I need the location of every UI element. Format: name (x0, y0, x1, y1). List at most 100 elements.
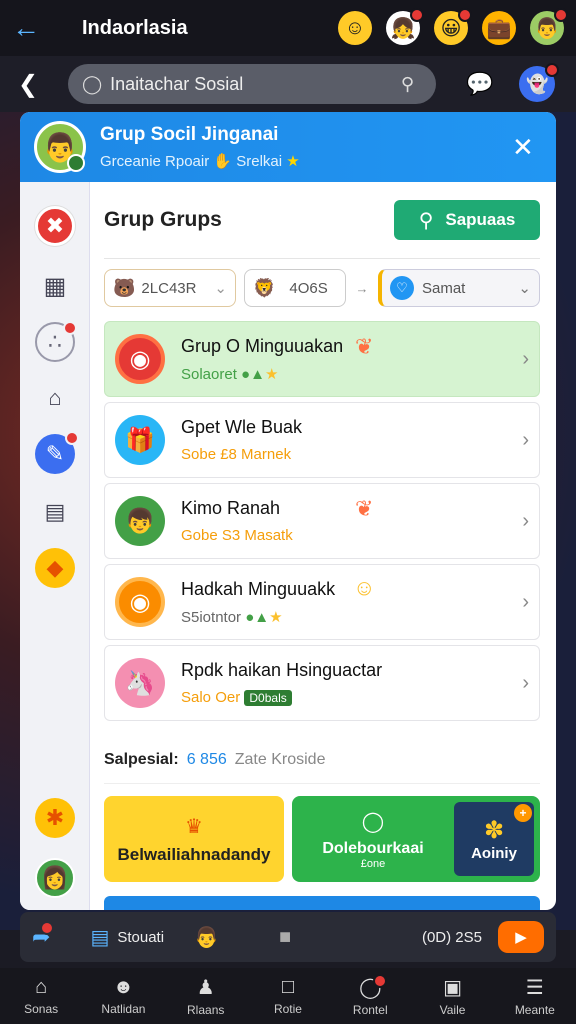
chevron-left-icon[interactable]: ❮ (18, 70, 68, 99)
person-icon[interactable]: 👨 (194, 925, 219, 950)
search-icon[interactable]: ⚲ (401, 74, 414, 95)
list-item[interactable]: 👦 Kimo Ranah Gobe S3 Masatk ❦ › (104, 483, 540, 559)
play-button[interactable]: ▶ (498, 921, 544, 953)
share-icon[interactable]: ➦ (32, 921, 55, 950)
emoji-smile-icon[interactable]: ☺ (338, 11, 372, 45)
list-item[interactable]: 🎁 Gpet Wle Buak Sobe £8 Marnek › (104, 402, 540, 478)
search-placeholder: Inaitachar Sosial (110, 73, 244, 94)
app-title: Indaorlasia (82, 16, 188, 39)
star-icon: ★ (286, 153, 300, 170)
leaf-icon: ❦ (355, 496, 374, 521)
creature-icon: ✽ (483, 817, 505, 844)
chat-icon[interactable]: 💬 (466, 71, 493, 97)
action-cards: ♛ Belwailiahnadandy ◯ Dolebourkaai £one … (104, 783, 540, 882)
sort-select-value: Samat (422, 279, 466, 297)
nav-label: Rlaans (187, 1003, 225, 1017)
group-meta-text: Solaoret (181, 365, 237, 383)
badge-icons: ●▲★ (241, 365, 279, 383)
filter-chip-1[interactable]: 🐻 2LC43R ⌄ (104, 269, 236, 307)
chat-circle-icon: ◯ (361, 810, 385, 833)
leaf-icon: ❦ (355, 334, 374, 359)
nav-label: Natlidan (101, 1002, 146, 1016)
list-item[interactable]: ◉ Grup O Minguuakan Solaoret ●▲★ ❦ › (104, 321, 540, 397)
smile-icon: ☺ (353, 575, 376, 600)
group-icon[interactable]: ∴ (35, 321, 77, 362)
notification-dot (63, 321, 77, 335)
moai-icon[interactable]: ■ (279, 926, 291, 949)
list-item[interactable]: 🦄 Rpdk haikan Hsinguactar Salo Oer D0bal… (104, 645, 540, 721)
chat-bubble-icon: ◯ (82, 73, 103, 94)
home-icon[interactable]: ⌂ (35, 378, 75, 418)
summary-line: Salpesial: 6 856 Zate Kroside (104, 737, 540, 769)
group-avatar: ◉ (115, 577, 165, 627)
group-meta-text: Salo Oer (181, 689, 241, 706)
chevron-down-icon: ⌄ (214, 280, 227, 297)
group-meta: S5iotntor ●▲★ (181, 608, 522, 626)
chevron-down-icon: ⌄ (518, 280, 531, 297)
back-arrow-icon[interactable]: ← (12, 12, 52, 44)
calendar-icon[interactable]: ▦ (35, 266, 75, 306)
group-name: Kimo Ranah (181, 498, 281, 518)
group-list: ◉ Grup O Minguuakan Solaoret ●▲★ ❦ › 🎁 G… (104, 321, 540, 721)
woman-avatar[interactable]: 👩 (35, 858, 75, 898)
gift-avatar: 🎁 (115, 415, 165, 465)
nav-item[interactable]: ▣ Vaile (411, 968, 493, 1024)
nav-item[interactable]: ⌂ Sonas (0, 968, 82, 1024)
search-icon: ⚲ (418, 209, 434, 232)
nav-label: Vaile (439, 1003, 466, 1017)
menu-icon: ☰ (525, 977, 544, 999)
close-icon[interactable]: ✕ (512, 132, 542, 163)
filter-chip-2[interactable]: 🦁 4O6S (244, 269, 346, 307)
main-content: Grup Grups ⚲ Sapuaas 🐻 2LC43R ⌄ 🦁 4O6S → ♡ Sa… (104, 182, 540, 910)
lion-icon: 🦁 (253, 277, 276, 298)
list-item[interactable]: ◉ Hadkah Minguuakk S5iotntor ●▲★ ☺ › (104, 564, 540, 640)
box-icon[interactable]: 💼 (482, 11, 516, 45)
person-avatar: 👦 (115, 496, 165, 546)
user-avatar[interactable]: 👨 (530, 8, 568, 45)
nav-item[interactable]: ☰ Meante (494, 968, 576, 1024)
action-bar-count: (0D) 2S5 (421, 928, 482, 946)
unicorn-avatar: 🦄 (115, 658, 165, 708)
notification-dot (458, 8, 472, 22)
close-circle-icon[interactable]: ✖ (35, 206, 75, 246)
chevron-right-icon: › (522, 509, 529, 532)
notification-dot (554, 8, 568, 22)
green-card[interactable]: ◯ Dolebourkaai £one ✽ Aoiniy + (292, 796, 540, 882)
search-groups-label: Sapuaas (445, 210, 516, 229)
bear-icon: 🐻 (113, 277, 136, 298)
green-card-label: Dolebourkaai (322, 839, 424, 857)
nav-item[interactable]: ☻ Natlidan (82, 968, 164, 1024)
notification-dot (410, 8, 424, 22)
notification-dot (65, 431, 79, 445)
ghost-icon[interactable]: 👻 (519, 63, 560, 102)
emoji-grin-icon[interactable]: 😀 (434, 8, 472, 45)
avatar-girl[interactable]: 👧 (386, 8, 424, 45)
edit-icon[interactable]: ✎ (35, 431, 79, 474)
home-icon: ⌂ (35, 976, 48, 998)
profile-avatar[interactable]: 👨 (34, 121, 86, 173)
group-name: Rpdk haikan Hsinguactar (181, 660, 383, 680)
nav-item[interactable]: ♟ Rlaans (165, 968, 247, 1024)
square-icon: □ (281, 976, 295, 998)
list-icon[interactable]: ▤ (90, 925, 109, 950)
blue-card[interactable]: ✽ Aoiniy + (454, 802, 534, 876)
yellow-card[interactable]: ♛ Belwailiahnadandy (104, 796, 284, 882)
hand-icon: ✋ (213, 153, 233, 170)
gift-icon[interactable]: ◆ (35, 548, 75, 588)
sort-select[interactable]: ♡ Samat ⌄ (378, 269, 540, 307)
filter-bar: 🐻 2LC43R ⌄ 🦁 4O6S → ♡ Samat ⌄ (104, 258, 540, 307)
group-name: Gpet Wle Buak (181, 417, 303, 437)
group-avatar: ◉ (115, 334, 165, 384)
document-icon[interactable]: ▤ (35, 492, 75, 532)
nav-item[interactable]: ◯ Rontel (329, 968, 411, 1024)
chevron-right-icon: › (522, 347, 529, 370)
primary-button[interactable]: Doldonearte (104, 896, 540, 910)
heart-icon: ♡ (390, 276, 414, 300)
run-icon[interactable]: ✱ (35, 798, 75, 838)
nav-item[interactable]: □ Rotie (247, 968, 329, 1024)
group-name: Grup O Minguuakan (181, 335, 344, 356)
search-groups-button[interactable]: ⚲ Sapuaas (394, 200, 540, 240)
search-input[interactable]: ◯ Inaitachar Sosial ⚲ (68, 64, 436, 104)
crown-icon: ♛ (185, 815, 203, 838)
online-indicator (67, 154, 85, 172)
